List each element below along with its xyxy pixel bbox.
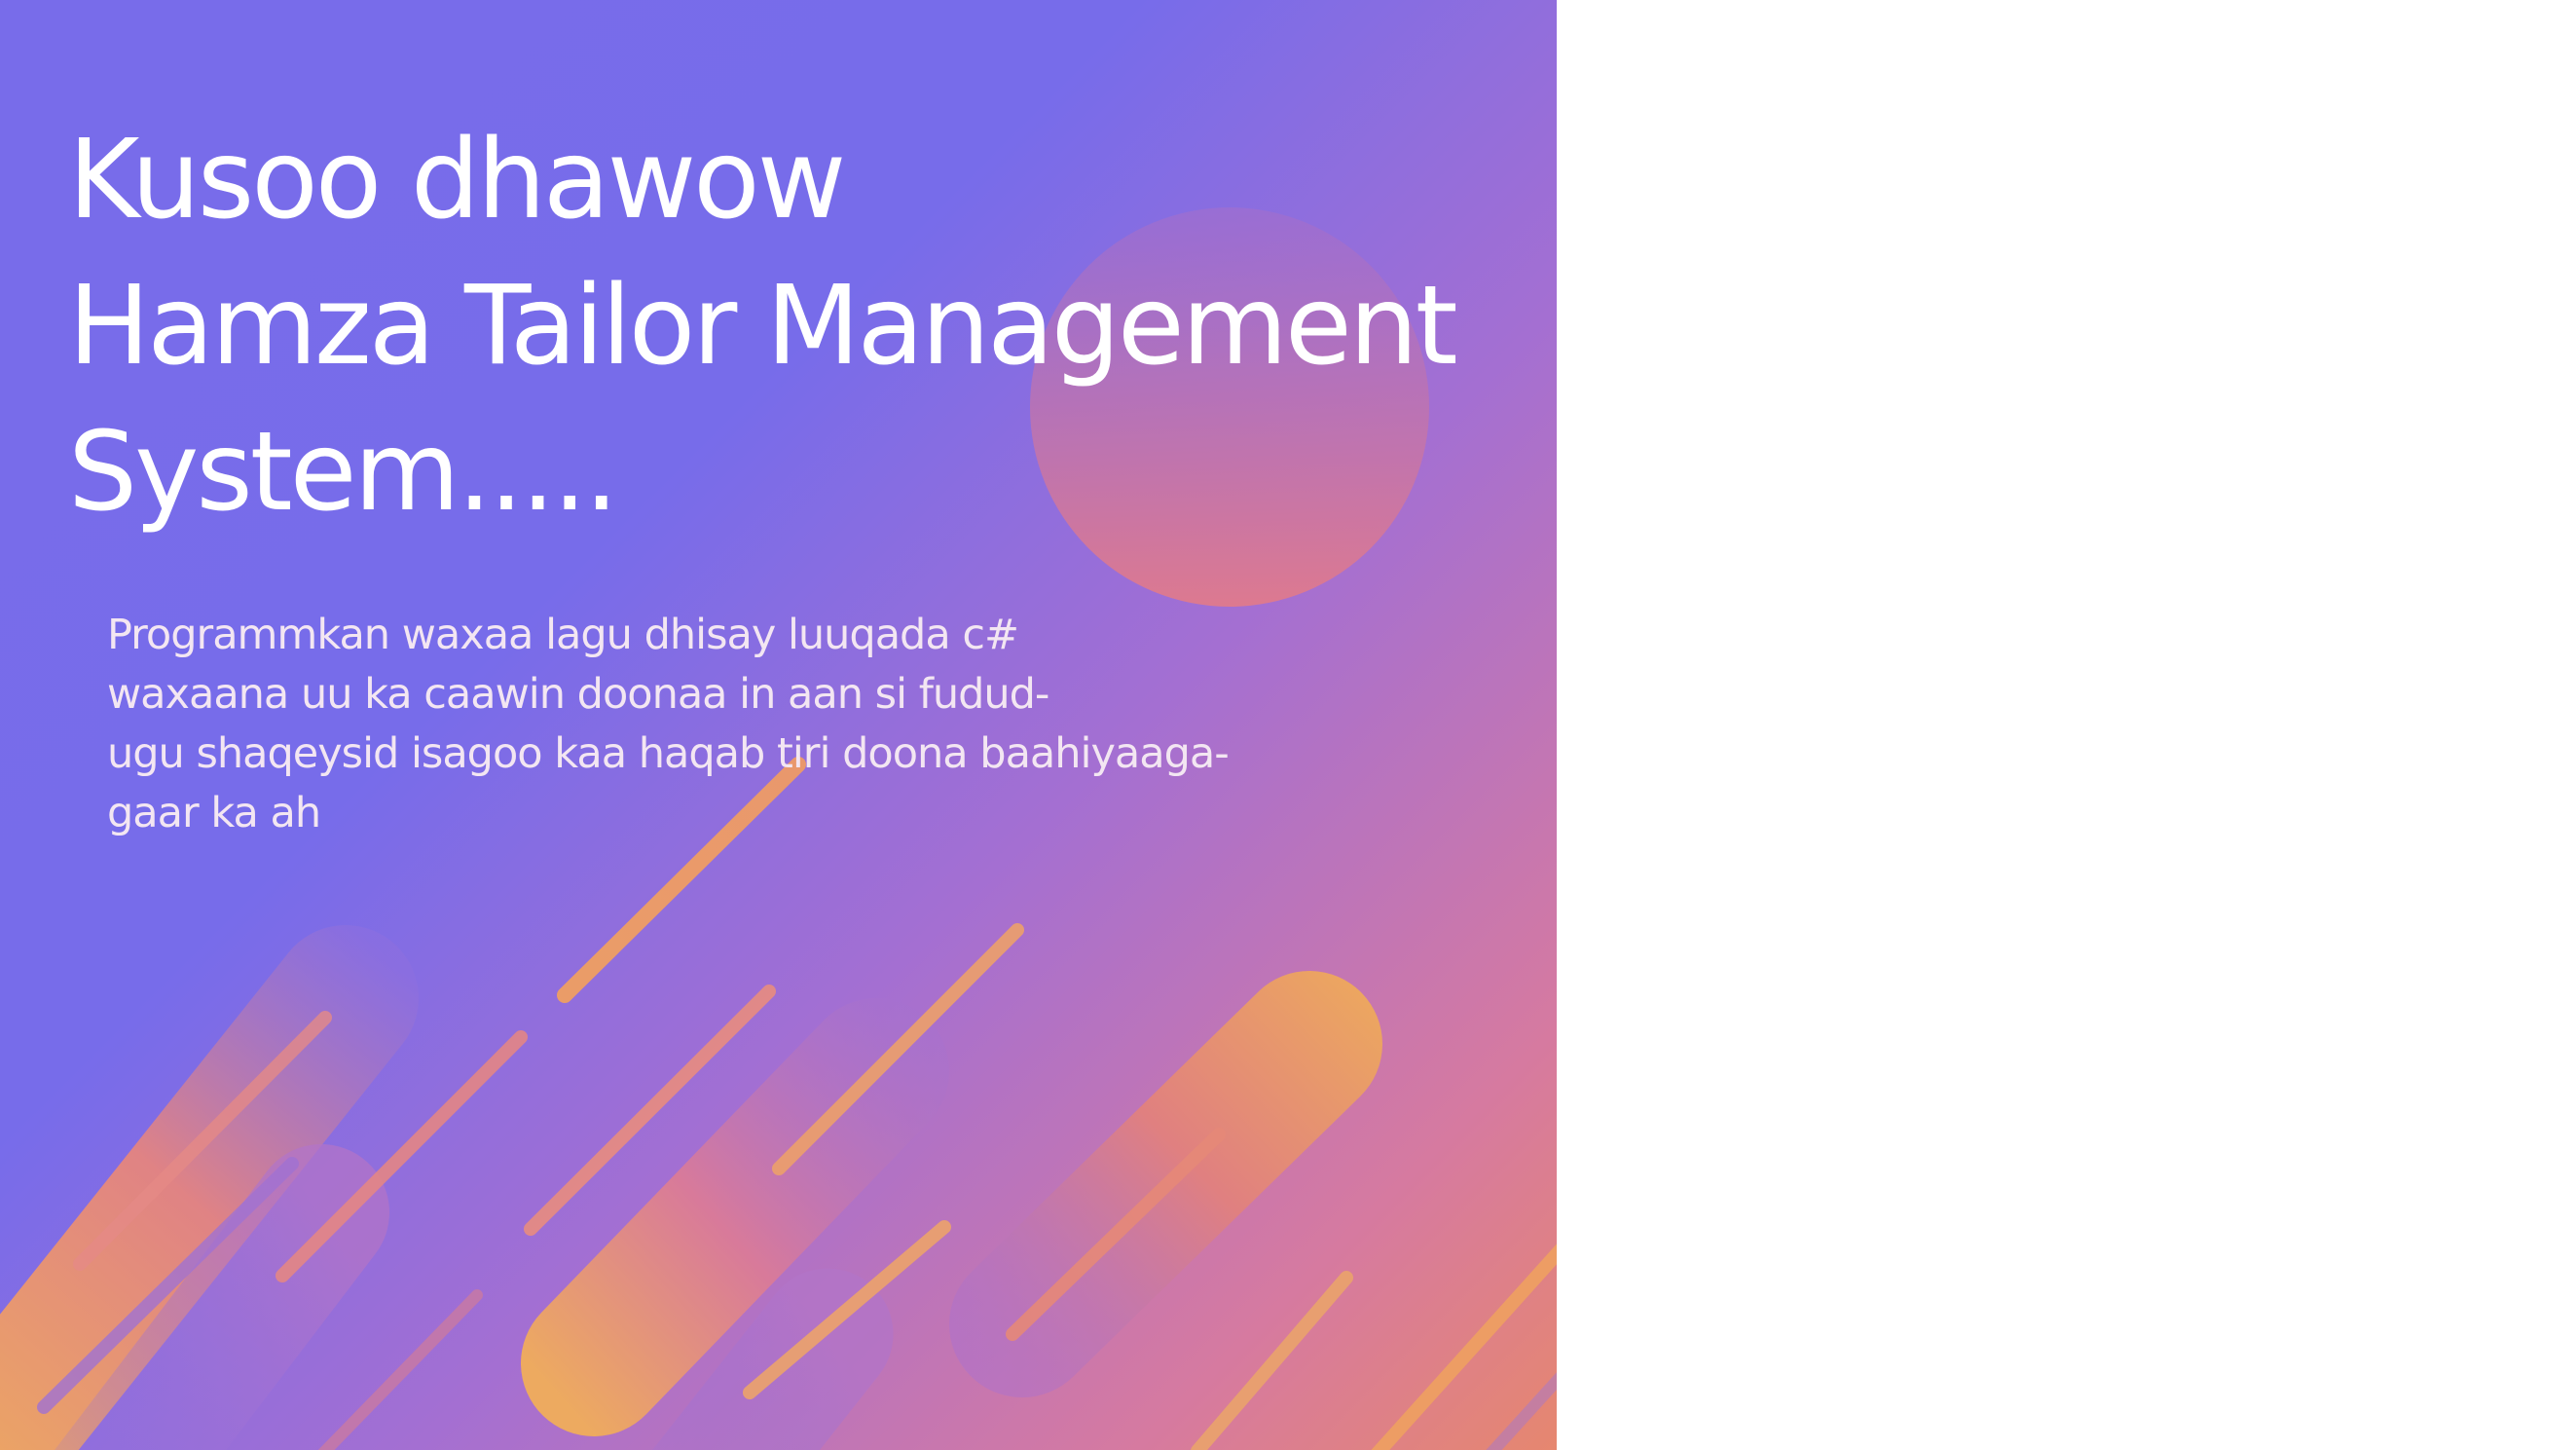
slide-description-line: gaar ka ah: [107, 789, 321, 837]
slide-title-line: System.....: [68, 409, 619, 536]
decor-streak: [1191, 1271, 1353, 1450]
slide-title: Kusoo dhawow Hamza Tailor Management Sys…: [68, 107, 1528, 545]
slide-description-line: Programmkan waxaa lagu dhisay luuqada c#: [107, 611, 1019, 659]
slide-title-line: Hamza Tailor Management: [68, 263, 1458, 390]
title-slide-panel: Kusoo dhawow Hamza Tailor Management Sys…: [0, 0, 1557, 1450]
slide-description: Programmkan waxaa lagu dhisay luuqada c#…: [107, 606, 1373, 843]
slide-description-line: waxaana uu ka caawin doonaa in aan si fu…: [107, 670, 1049, 719]
slide-description-line: ugu shaqeysid isagoo kaa haqab tiri doon…: [107, 729, 1230, 778]
slide-title-line: Kusoo dhawow: [68, 117, 846, 243]
slide-canvas: Kusoo dhawow Hamza Tailor Management Sys…: [0, 0, 2576, 1450]
